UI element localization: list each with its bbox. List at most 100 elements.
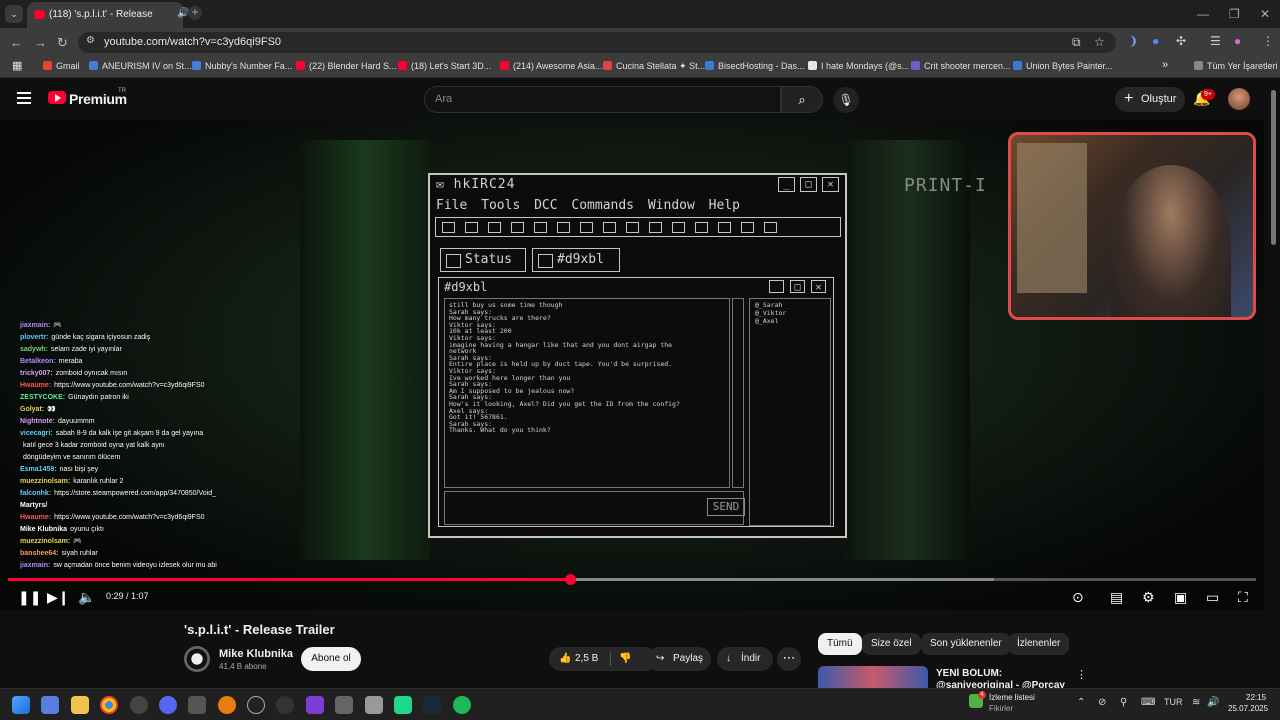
unreal-icon[interactable]: [247, 696, 265, 714]
fullscreen-icon[interactable]: ⛶: [1238, 589, 1248, 606]
tray-overflow-icon[interactable]: ⌃: [1077, 697, 1085, 708]
file-explorer-icon[interactable]: [71, 696, 89, 714]
bookmark-3d[interactable]: (18) Let's Start 3D...: [398, 61, 491, 71]
bookmark-x[interactable]: I hate Mondays (@s...: [808, 61, 909, 71]
recommended-thumbnail[interactable]: [818, 666, 928, 688]
chip-all[interactable]: Tümü: [818, 633, 862, 655]
bookmark-bisect[interactable]: BisectHosting - Das...: [705, 61, 805, 71]
media-controls-icon[interactable]: ☰: [1210, 34, 1221, 48]
spotify-icon[interactable]: [453, 696, 471, 714]
clock-time[interactable]: 22:15: [1246, 693, 1266, 702]
github-icon[interactable]: [276, 696, 294, 714]
account-avatar[interactable]: [1228, 88, 1250, 110]
pycharm-icon[interactable]: [394, 696, 412, 714]
settings-gear-icon[interactable]: ⚙: [1142, 589, 1155, 606]
browser-menu-icon[interactable]: ⋮: [1262, 34, 1274, 48]
page-scrollbar[interactable]: [1268, 80, 1278, 688]
chip-recently-uploaded[interactable]: Son yüklenenler: [921, 633, 1011, 655]
watchlist-widget-icon[interactable]: 4: [969, 691, 986, 708]
pause-icon[interactable]: ❚❚: [18, 589, 41, 606]
search-app-icon[interactable]: [188, 696, 206, 714]
hamburger-menu-icon[interactable]: [17, 92, 31, 104]
reload-icon[interactable]: ↻: [57, 35, 68, 51]
thumbs-up-icon[interactable]: 👍: [559, 647, 571, 671]
new-tab-button[interactable]: +: [188, 6, 202, 20]
windows-start-icon[interactable]: [12, 696, 30, 714]
progress-bar[interactable]: [8, 574, 1256, 585]
thumbs-down-icon[interactable]: 👎: [619, 647, 631, 671]
bookmark-asia[interactable]: (214) Awesome Asia...: [500, 61, 602, 71]
create-button[interactable]: Oluştur: [1115, 86, 1185, 112]
install-app-icon[interactable]: ⧉: [1072, 35, 1081, 50]
blender-icon[interactable]: [218, 696, 236, 714]
extensions-puzzle-icon[interactable]: ✣: [1176, 34, 1186, 48]
page-scrollbar-thumb[interactable]: [1271, 90, 1276, 245]
minimize-icon[interactable]: —: [1197, 7, 1209, 21]
unity-icon[interactable]: [335, 696, 353, 714]
steam-taskbar-icon[interactable]: [423, 696, 441, 714]
extension-vpn-icon[interactable]: ●: [1152, 34, 1159, 48]
recommended-more-icon[interactable]: ⋮: [1076, 668, 1087, 681]
discord-icon[interactable]: [159, 696, 177, 714]
wifi-icon[interactable]: ≋: [1192, 697, 1200, 708]
all-bookmarks[interactable]: Tüm Yer İşaretleri: [1194, 61, 1278, 71]
browser-tab[interactable]: (118) 's.p.l.i.t' - Release Trailer 🔊 ×: [27, 2, 200, 28]
bookmark-star-icon[interactable]: ☆: [1094, 35, 1105, 49]
more-actions-icon[interactable]: ⋯: [777, 647, 801, 671]
chip-for-you[interactable]: Size özel: [862, 633, 921, 655]
network-off-icon[interactable]: ⊘: [1098, 697, 1106, 708]
clock-date[interactable]: 25.07.2025: [1228, 704, 1268, 713]
notes-icon[interactable]: [365, 696, 383, 714]
tab-search-dropdown[interactable]: ⌄: [5, 5, 23, 23]
share-button[interactable]: ↪ Paylaş: [647, 647, 711, 671]
bookmarks-overflow-icon[interactable]: »: [1162, 59, 1168, 71]
search-button[interactable]: ⌕: [781, 86, 823, 113]
download-button[interactable]: ↓ İndir: [717, 647, 773, 671]
speaker-icon[interactable]: 🔊: [1207, 697, 1219, 708]
url-field[interactable]: ⚙ youtube.com/watch?v=c3yd6qi9FS0 ⧉ ☆: [78, 32, 1116, 53]
bookmark-crit[interactable]: Crit shooter mercen...: [911, 61, 1011, 71]
search-input[interactable]: Ara: [424, 86, 781, 113]
obs-icon[interactable]: [130, 696, 148, 714]
language-indicator[interactable]: TUR: [1164, 697, 1183, 707]
recommended-title[interactable]: YENİ BÖLÜM: @saniyeoriginal - @Porcay VS…: [936, 668, 1068, 688]
subtitles-icon[interactable]: ▤: [1110, 589, 1123, 606]
bookmark-cucina[interactable]: Cucina Stellata ✦ St...: [603, 61, 705, 72]
miniplayer-icon[interactable]: ▣: [1174, 589, 1187, 606]
volume-icon[interactable]: 🔈: [78, 589, 95, 606]
bookmark-blender[interactable]: (22) Blender Hard S...: [296, 61, 397, 71]
close-window-icon[interactable]: ✕: [1260, 7, 1270, 21]
apps-grid-icon[interactable]: ▦: [12, 59, 22, 72]
bookmark-nubby[interactable]: Nubby's Number Fa...: [192, 61, 292, 71]
progress-scrubber[interactable]: [564, 574, 576, 585]
video-player[interactable]: PRINT-I ✉ hkIRC24 _ □ ✕ File Tools DCC C…: [0, 120, 1264, 610]
bookmark-aneurism[interactable]: ANEURISM IV on St...: [89, 61, 192, 71]
bookmark-union[interactable]: Union Bytes Painter...: [1013, 61, 1113, 71]
next-icon[interactable]: ▶❙: [47, 589, 70, 606]
like-count[interactable]: 2,5 B: [575, 647, 598, 671]
theater-mode-icon[interactable]: ▭: [1206, 589, 1219, 606]
webcam-door: [1017, 143, 1087, 293]
voice-search-button[interactable]: 🎙: [833, 87, 859, 113]
site-info-icon[interactable]: ⚙: [86, 35, 95, 46]
subscribe-button[interactable]: Abone ol: [301, 647, 361, 671]
keyboard-icon[interactable]: ⌨: [1141, 697, 1155, 708]
visual-studio-icon[interactable]: [306, 696, 324, 714]
maximize-icon[interactable]: ❐: [1229, 7, 1240, 21]
profile-icon[interactable]: ●: [1234, 34, 1241, 48]
autoplay-toggle-icon[interactable]: ⊙: [1072, 589, 1084, 606]
widget-title[interactable]: İzleme listesi: [989, 693, 1035, 702]
bisect-icon: [705, 61, 714, 70]
chat-message: Martyrs/: [20, 500, 220, 512]
youtube-logo-icon[interactable]: [48, 91, 66, 104]
extension-icon[interactable]: ❩: [1128, 34, 1138, 48]
chrome-icon[interactable]: [100, 696, 118, 714]
channel-avatar[interactable]: [184, 646, 210, 672]
forward-icon[interactable]: →: [34, 35, 47, 50]
copilot-icon[interactable]: [41, 696, 59, 714]
channel-name[interactable]: Mike Klubnika: [219, 648, 293, 660]
chip-watched[interactable]: İzlenenler: [1008, 633, 1070, 655]
bookmark-gmail[interactable]: Gmail: [43, 61, 80, 71]
back-icon[interactable]: ←: [10, 35, 23, 50]
usb-icon[interactable]: ⚲: [1120, 697, 1127, 708]
